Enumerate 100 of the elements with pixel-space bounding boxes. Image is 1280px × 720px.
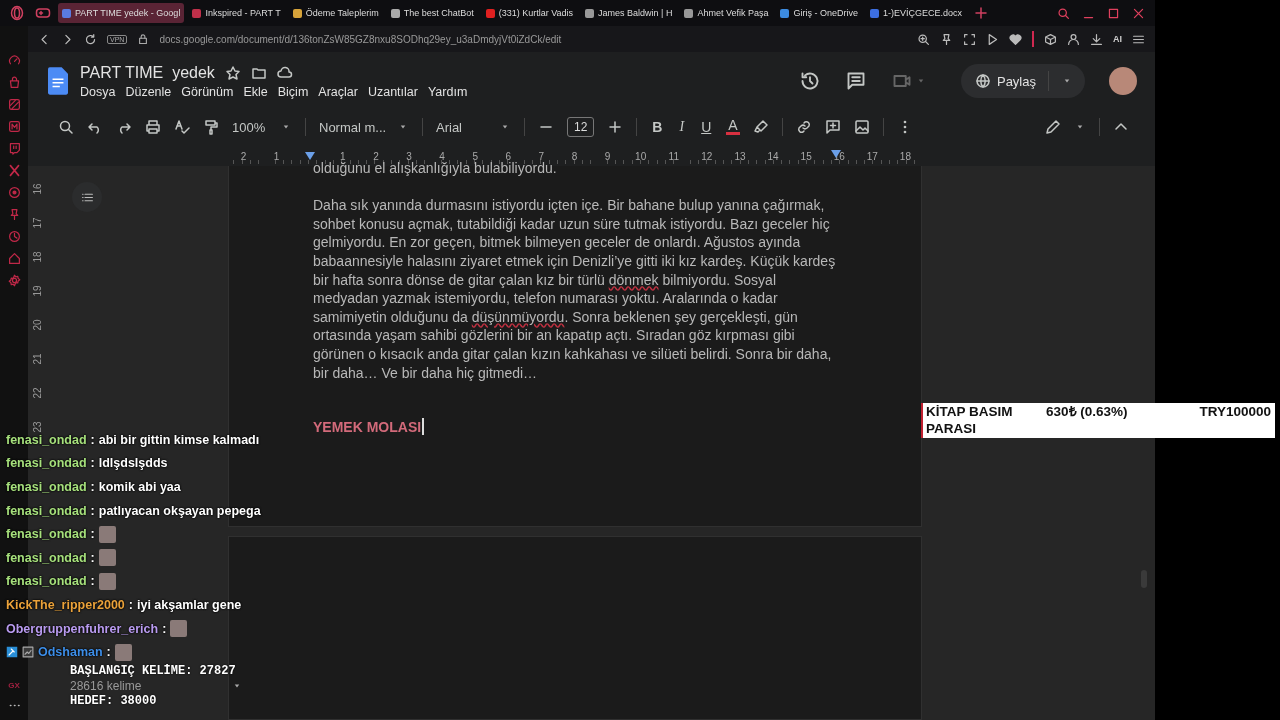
underline-button[interactable]: U [699, 119, 714, 135]
close-icon[interactable] [1132, 6, 1145, 20]
ruler-number: 17 [30, 216, 44, 230]
menu-item[interactable]: Yardım [427, 84, 468, 99]
heart-icon[interactable] [1009, 32, 1022, 46]
gamepad-icon[interactable] [35, 5, 51, 21]
spellcheck-icon[interactable] [174, 119, 190, 135]
browser-tab[interactable]: Ödeme Taleplerim [288, 3, 383, 23]
chat-username[interactable]: fenasi_ondad [6, 432, 87, 447]
word-count[interactable]: 28616 kelime [70, 679, 142, 693]
plus-icon[interactable] [607, 119, 624, 135]
chat-username[interactable]: fenasi_ondad [6, 503, 87, 518]
star-icon[interactable] [224, 64, 241, 81]
menu-item[interactable]: Araçlar [318, 84, 358, 99]
search-icon[interactable] [1057, 6, 1070, 20]
highlighter-icon[interactable] [752, 119, 769, 135]
chat-username[interactable]: fenasi_ondad [6, 527, 87, 542]
share-button[interactable]: Paylaş [960, 64, 1085, 98]
chat-username[interactable]: fenasi_ondad [6, 480, 87, 494]
new-tab-icon[interactable] [973, 5, 990, 21]
snapshot-icon[interactable] [963, 32, 976, 46]
indent-marker-icon[interactable] [304, 152, 315, 160]
document-title[interactable]: PART TIME yedek [80, 63, 215, 82]
square-icon[interactable] [7, 120, 21, 133]
chat-username[interactable]: Odshaman [38, 645, 103, 660]
comment-icon[interactable] [845, 71, 866, 91]
browser-tab[interactable]: James Baldwin | H [581, 3, 677, 23]
page-favicon-icon [870, 8, 879, 18]
menu-item[interactable]: Uzantılar [367, 84, 418, 99]
paragraph: Daha sık yanında durmasını istiyordu içten içe. Bir bahane bulup yanına çağırmak, sohbet konusu açmak, tutabildiği kadar uzun süre tutmak istiyordu. Bazı geceler hiç gelmiyordu. En zor geçen, bitmek bilmeyen geceler de onlardı. Ağustos ayında babaannesiyle halasını ziyaret etmek için Denizli’ye gitti iki kız kardeş. Küçük kardeş bir hafta sonra dönse de gitar çalan kız bir türlü dönmek bilmiyordu. Sosyal medyadan yazmak istemiyordu, telefon numarası yoktu. Aralarında o kadar samimiyetin olduğunu da düşünmüyordu. Sonra beklenen şey gerçekleşti, gün ortasında yaşam sahibi gözlerini bir an kapatıp açtı. Sıradan göz kırpması gibi görünen o kısacık anda gitar çalan kızın kahkahası ve silüeti belirdi. Sonra bir daha, bir daha… Ve bir daha hiç gitmedi… [313, 196, 837, 383]
page-favicon-icon [192, 8, 202, 18]
print-icon[interactable] [145, 119, 161, 135]
menu-item[interactable]: Düzenle [125, 84, 172, 99]
start-word-count: BAŞLANGIÇ KELİME: 27827 [70, 664, 237, 678]
browser-tab[interactable]: Giriş - OneDrive [776, 3, 862, 23]
browser-tab[interactable]: Ahmet Vefik Paşa [680, 3, 773, 23]
browser-tab[interactable]: (331) Kurtlar Vadis [481, 3, 578, 23]
home-icon[interactable] [7, 252, 21, 265]
reload-icon[interactable] [84, 32, 97, 46]
speedometer-icon[interactable] [7, 54, 21, 67]
menu-item[interactable]: Ekle [243, 84, 268, 99]
link-icon[interactable] [795, 119, 812, 135]
twitch-icon[interactable] [7, 142, 21, 155]
maximize-icon[interactable] [1107, 6, 1120, 20]
cloud-icon[interactable] [276, 64, 293, 81]
add-comment-icon[interactable] [824, 119, 841, 135]
chat-separator: : [90, 456, 95, 471]
x-logo-icon[interactable] [7, 164, 21, 177]
chat-message: patlıyacan okşayan pepega [98, 503, 261, 518]
bag-icon[interactable] [7, 76, 21, 89]
image-icon[interactable] [853, 119, 870, 135]
ruler-number: 13 [733, 150, 747, 162]
avatar[interactable] [1109, 67, 1137, 95]
chat-username[interactable]: fenasi_ondad [6, 574, 87, 589]
cube-icon[interactable] [1044, 32, 1057, 46]
settings-icon[interactable] [7, 274, 21, 287]
ruler-number: 18 [30, 250, 44, 264]
text-color-button[interactable]: A [726, 119, 740, 135]
bold-button[interactable]: B [650, 119, 665, 135]
zoom-icon[interactable] [917, 32, 930, 46]
chat-username[interactable]: Obergruppenfuhrer_erich [6, 621, 159, 636]
play-circle-icon[interactable] [7, 186, 21, 199]
font-size-field[interactable]: 12 [567, 117, 595, 137]
ruler-number: 11 [667, 150, 680, 162]
ruler-number: 17 [865, 150, 879, 162]
download-icon[interactable] [1090, 32, 1103, 46]
chat-username[interactable]: fenasi_ondad [6, 550, 87, 565]
goal-raised-amount: 630₺ (0.63%) [1046, 403, 1129, 421]
menu-item[interactable]: Görünüm [181, 84, 234, 99]
zoom-dropdown[interactable]: 100% [232, 119, 292, 135]
play-icon[interactable] [986, 32, 999, 46]
goal-label: KİTAP BASIM PARASI [926, 403, 1014, 438]
search-icon[interactable] [58, 119, 74, 135]
stripes-icon[interactable] [7, 98, 21, 111]
ruler-number: 2 [239, 150, 248, 162]
history-icon[interactable] [799, 71, 820, 91]
document-logo-icon[interactable] [48, 67, 68, 95]
address-field[interactable]: docs.google.com/document/d/136tonZsW85GZ8nxu8SODhq29ey_u3aDmdyjVt0iZdCk/edit [159, 33, 562, 45]
style-dropdown[interactable]: Normal m... [319, 119, 409, 135]
font-dropdown[interactable]: Arial [436, 119, 511, 135]
ai-button[interactable]: AI [1113, 34, 1122, 44]
browser-tab[interactable]: Inkspired - PART T [188, 3, 285, 23]
user-icon[interactable] [1067, 32, 1080, 46]
ruler-number: 23 [30, 420, 44, 434]
goal-target-amount: TRY100000 [1199, 403, 1271, 421]
menu-item[interactable]: Dosya [80, 84, 116, 99]
outline-button[interactable] [72, 182, 102, 212]
paint-roller-icon[interactable] [203, 119, 219, 135]
browser-tab[interactable]: PART TIME yedek - Googl [58, 3, 185, 23]
ring-logo-icon[interactable] [9, 5, 25, 21]
clock-icon[interactable] [7, 230, 21, 243]
italic-button[interactable]: I [677, 119, 687, 135]
page-favicon-icon [485, 8, 495, 18]
pin-icon[interactable] [940, 32, 953, 46]
menu-item[interactable]: Biçim [277, 84, 309, 99]
chat-username[interactable]: fenasi_ondad [6, 456, 87, 471]
pencil-icon[interactable] [1045, 119, 1061, 135]
chat-username[interactable]: KickThe_ripper2000 [6, 597, 125, 612]
browser-tab[interactable]: 1-)EVİÇGECE.docx [866, 3, 967, 23]
browser-tab[interactable]: The best ChatBot [386, 3, 478, 23]
